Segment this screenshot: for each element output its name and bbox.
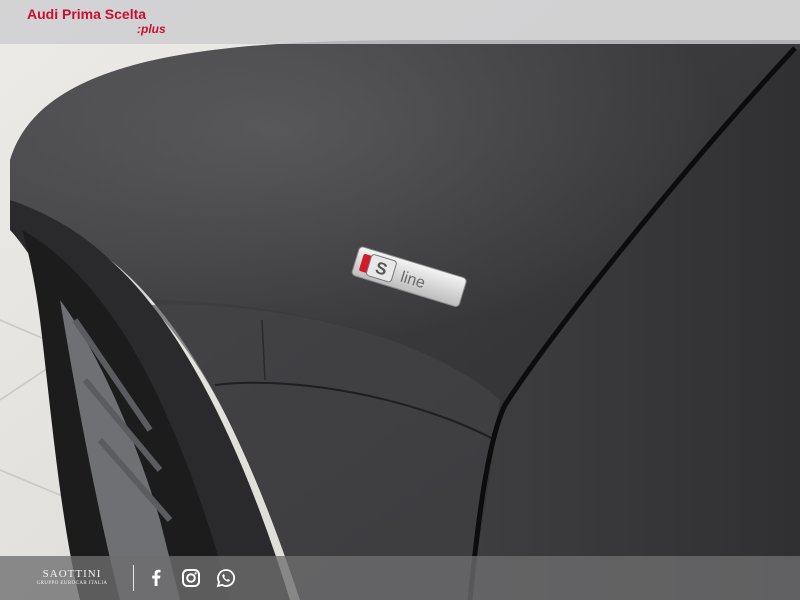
- top-banner: Audi Prima Scelta :plus: [0, 0, 800, 44]
- instagram-icon[interactable]: [180, 567, 202, 589]
- divider: [133, 565, 134, 591]
- whatsapp-icon[interactable]: [215, 567, 237, 589]
- brand-plus: :plus: [137, 22, 166, 36]
- brand-audi: Audi: [27, 6, 59, 22]
- brand-prima-scelta: Prima Scelta: [62, 6, 147, 22]
- dealer-name: SAOTTINI: [42, 568, 102, 580]
- bottom-banner: SAOTTINI GRUPPO EUROCAR ITALIA: [0, 556, 800, 600]
- dealer-group: GRUPPO EUROCAR ITALIA: [36, 581, 108, 586]
- brand-logo: Audi Prima Scelta: [27, 6, 146, 22]
- facebook-icon[interactable]: [145, 567, 167, 589]
- car-photo: S line: [0, 0, 800, 600]
- dealer-logo: SAOTTINI GRUPPO EUROCAR ITALIA: [26, 568, 118, 588]
